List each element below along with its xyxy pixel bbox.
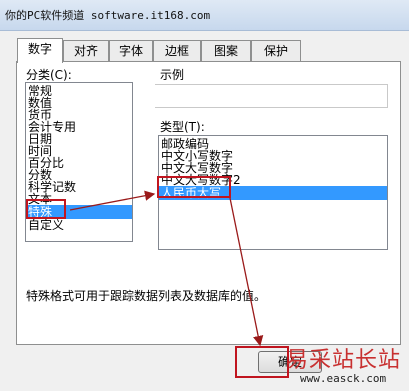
arrow-category-to-type	[69, 190, 156, 211]
arrow-type-to-ok	[229, 197, 264, 347]
tab-number[interactable]: 数字	[17, 38, 63, 63]
watermark-url: www.easck.com	[300, 372, 387, 385]
watermark-logo: 易采站长站	[286, 348, 402, 373]
